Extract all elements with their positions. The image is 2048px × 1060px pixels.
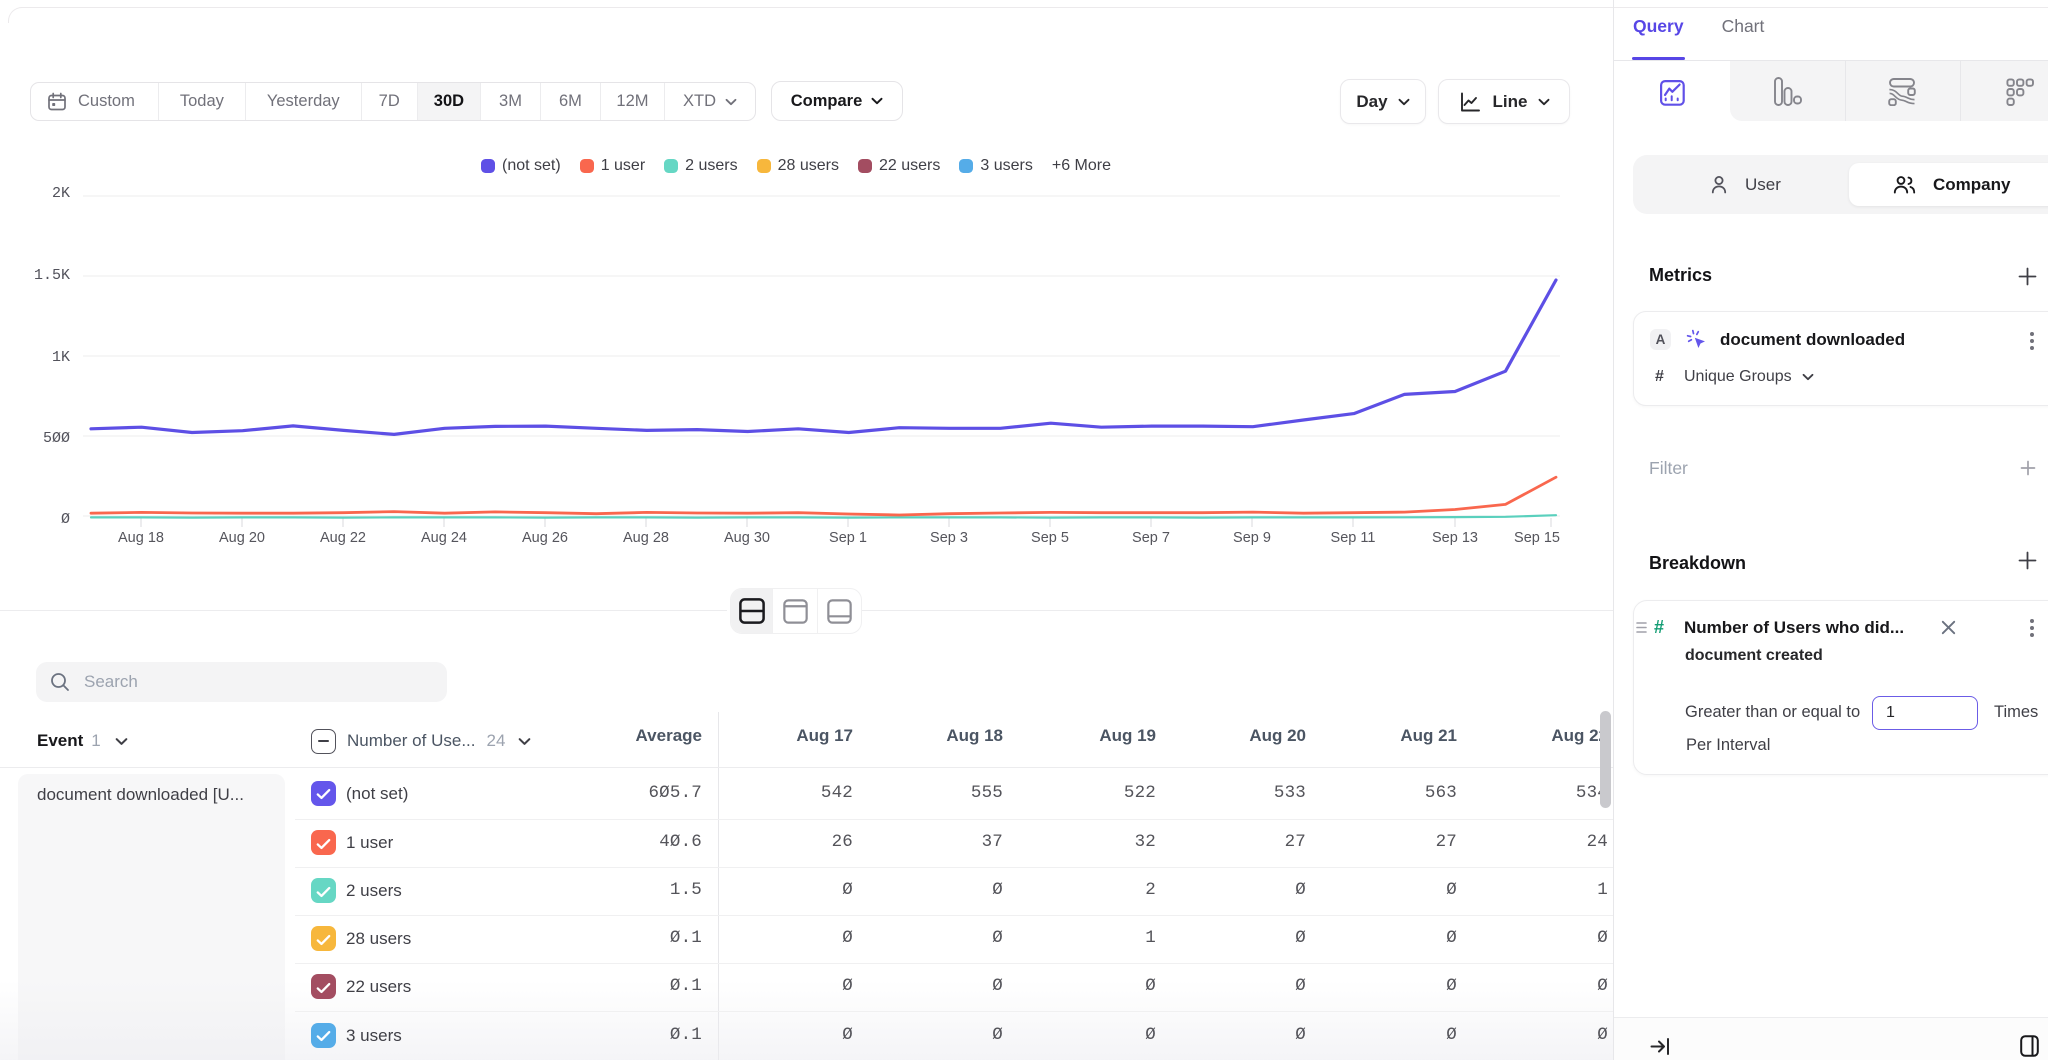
- svg-text:5ØØ: 5ØØ: [43, 430, 70, 447]
- svg-text:Sep 5: Sep 5: [1031, 530, 1069, 546]
- svg-text:Sep 9: Sep 9: [1233, 530, 1271, 546]
- svg-text:Aug 26: Aug 26: [522, 530, 568, 546]
- svg-text:Aug 18: Aug 18: [118, 530, 164, 546]
- svg-text:Aug 24: Aug 24: [421, 530, 467, 546]
- svg-text:Aug 20: Aug 20: [219, 530, 265, 546]
- svg-text:2K: 2K: [52, 185, 70, 202]
- svg-text:Sep 15: Sep 15: [1514, 530, 1560, 546]
- svg-text:Ø: Ø: [61, 511, 70, 528]
- svg-text:1.5K: 1.5K: [34, 267, 70, 284]
- svg-text:Aug 22: Aug 22: [320, 530, 366, 546]
- svg-text:Sep 13: Sep 13: [1432, 530, 1478, 546]
- svg-text:1K: 1K: [52, 349, 70, 366]
- svg-text:Sep 1: Sep 1: [829, 530, 867, 546]
- svg-text:Sep 7: Sep 7: [1132, 530, 1170, 546]
- svg-text:Aug 28: Aug 28: [623, 530, 669, 546]
- svg-text:Sep 3: Sep 3: [930, 530, 968, 546]
- svg-text:Aug 30: Aug 30: [724, 530, 770, 546]
- svg-text:Sep 11: Sep 11: [1331, 530, 1376, 546]
